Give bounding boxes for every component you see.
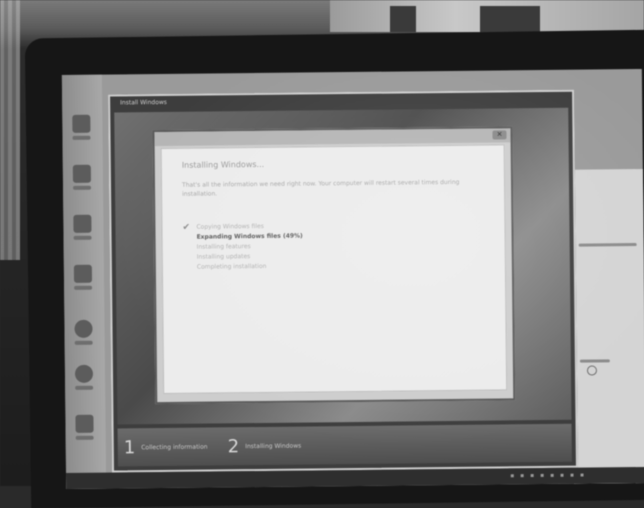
shelf-object: [480, 6, 540, 32]
phase-strip: 1 Collecting information 2 Installing Wi…: [117, 423, 572, 467]
desktop-sidebar: [61, 74, 107, 490]
phase-label: Collecting information: [141, 443, 208, 451]
network-icon[interactable]: [71, 214, 93, 255]
dialog-body: Installing Windows... That's all the inf…: [160, 144, 508, 395]
background-window: [570, 168, 644, 490]
shelf-object: [390, 6, 416, 32]
text-line: [578, 243, 637, 247]
step-completing: Completing installation: [196, 262, 267, 271]
user-icon[interactable]: [73, 414, 95, 455]
system-tray[interactable]: ▪ ▪ ▪ ▪ ▪ ▪ ▪ ▪: [510, 472, 586, 480]
setup-window: Install Windows ✕ Installing Windows... …: [108, 89, 578, 473]
internet-icon[interactable]: [73, 364, 95, 405]
mouse-cursor: [586, 365, 598, 376]
text-line: [579, 359, 610, 363]
install-steps: Copying Windows files Expanding Windows …: [182, 222, 303, 273]
phase-label: Installing Windows: [245, 442, 302, 450]
phase-collecting: 1 Collecting information: [124, 434, 208, 461]
setup-window-title: Install Windows: [120, 98, 167, 107]
dialog-heading: Installing Windows...: [181, 159, 265, 170]
help-icon[interactable]: [72, 319, 94, 360]
close-icon[interactable]: ✕: [492, 130, 507, 140]
install-dialog: ✕ Installing Windows... That's all the i…: [152, 126, 516, 405]
control-panel-icon[interactable]: [72, 264, 94, 305]
phase-number: 1: [123, 436, 136, 458]
computer-icon[interactable]: [70, 114, 92, 155]
phase-number: 2: [227, 435, 240, 457]
phase-installing: 2 Installing Windows: [228, 433, 302, 460]
curtain: [0, 0, 20, 260]
dialog-description: That's all the information we need right…: [181, 178, 460, 198]
dialog-titlebar: ✕: [154, 128, 511, 147]
laptop-screen: Install Windows ✕ Installing Windows... …: [61, 68, 644, 490]
setup-backdrop: ✕ Installing Windows... That's all the i…: [114, 107, 572, 425]
folder-icon[interactable]: [71, 164, 93, 205]
shelf: [330, 0, 644, 32]
